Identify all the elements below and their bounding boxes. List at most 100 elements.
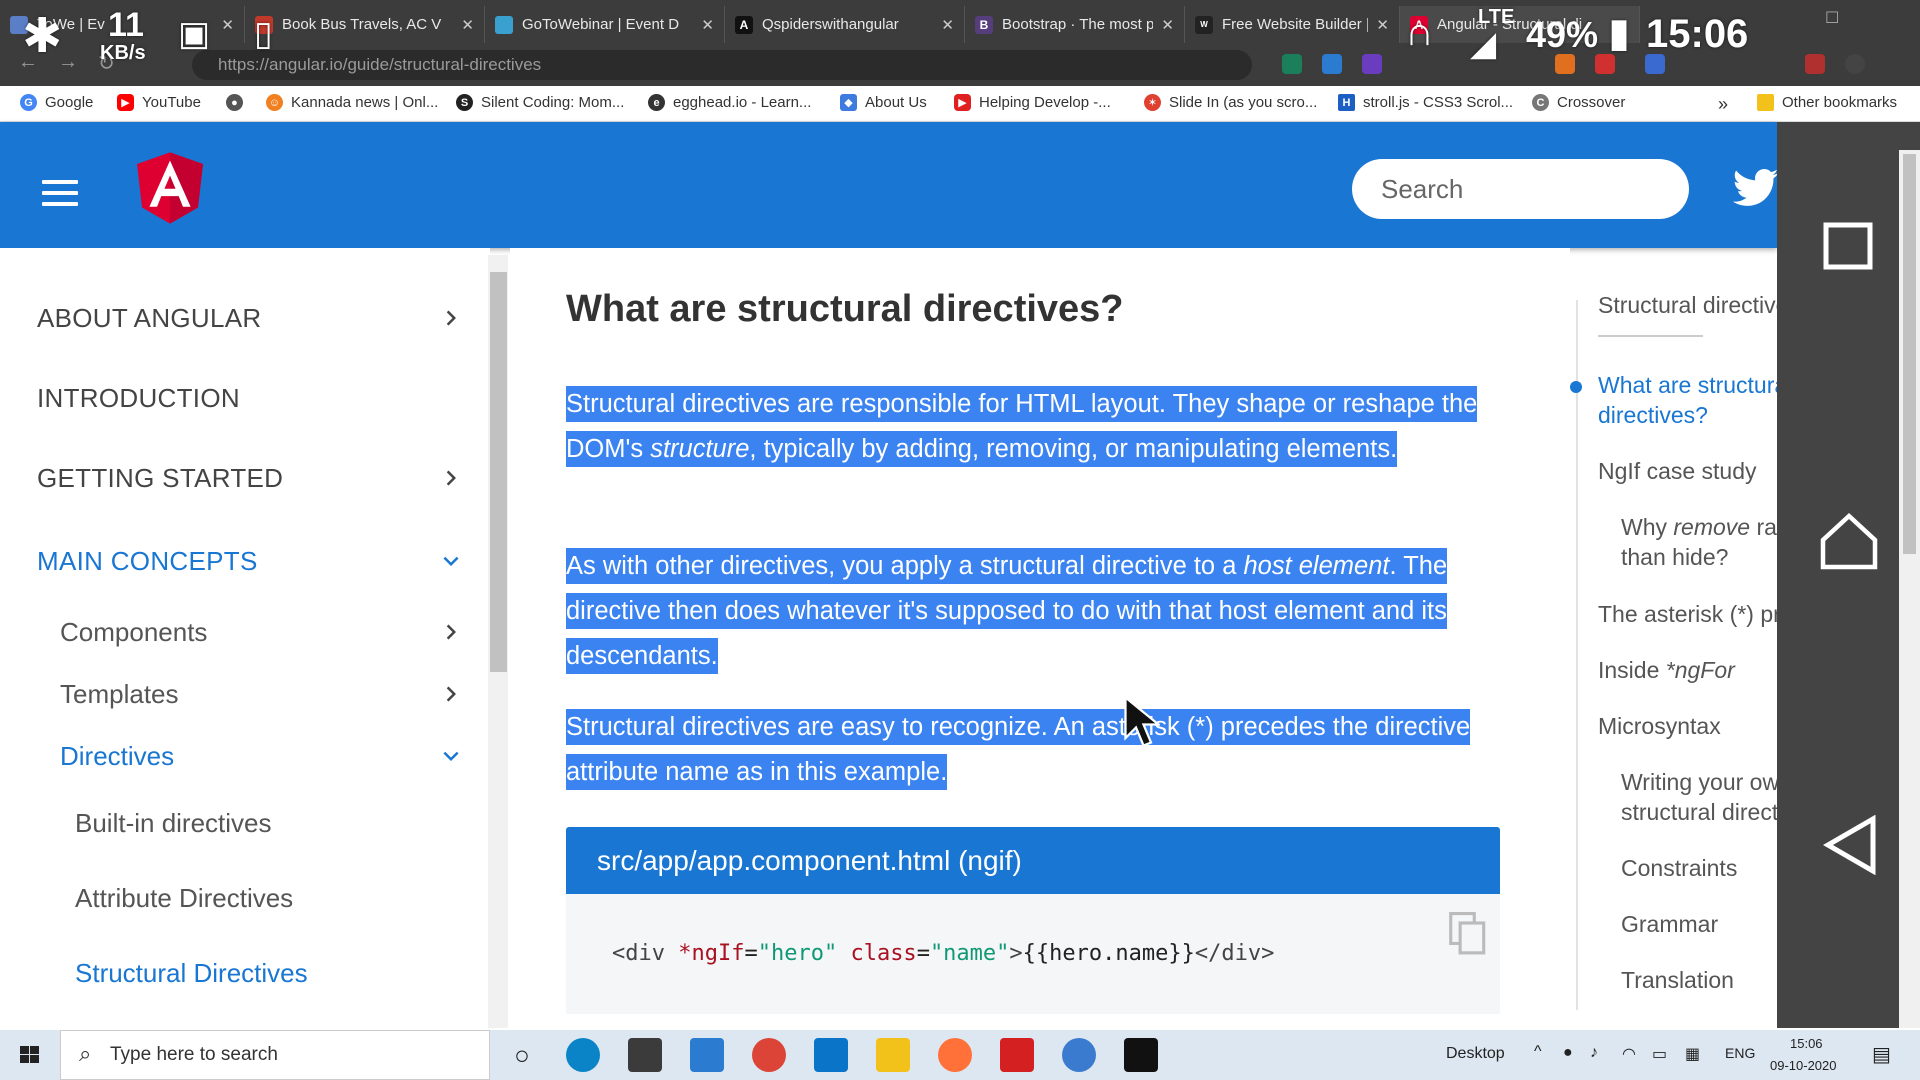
- tab-close-icon[interactable]: ✕: [1161, 16, 1174, 34]
- microphone-icon[interactable]: ●: [1563, 1044, 1573, 1062]
- tab-close-icon[interactable]: ✕: [941, 16, 954, 34]
- extension-icon[interactable]: [1322, 54, 1342, 74]
- chrome-icon[interactable]: [752, 1038, 786, 1072]
- tab-close-icon[interactable]: ✕: [1376, 16, 1389, 34]
- profile-avatar[interactable]: [1845, 54, 1865, 74]
- vscode-icon[interactable]: [814, 1038, 848, 1072]
- bookmark-egghead[interactable]: e egghead.io - Learn...: [648, 94, 811, 111]
- browser-tab[interactable]: W Free Website Builder | ✕: [1185, 6, 1400, 43]
- firefox-icon[interactable]: [938, 1038, 972, 1072]
- keyboard-icon[interactable]: ▦: [1685, 1044, 1700, 1064]
- maximize-icon[interactable]: ☐: [1825, 8, 1839, 28]
- toc-item-microsyntax[interactable]: Microsyntax: [1598, 711, 1721, 741]
- wifi-icon[interactable]: ◠: [1622, 1044, 1636, 1064]
- sidebar-scroll-thumb[interactable]: [490, 272, 507, 672]
- terminal-icon[interactable]: [1124, 1038, 1158, 1072]
- back-nav-icon[interactable]: [1823, 815, 1877, 875]
- extension-icon[interactable]: [1805, 54, 1825, 74]
- sidebar-item-about-angular[interactable]: ABOUT ANGULAR: [0, 298, 490, 338]
- taskbar-time[interactable]: 15:06: [1790, 1036, 1823, 1051]
- extension-icon[interactable]: [1645, 54, 1665, 74]
- desktop-toolbar-label[interactable]: Desktop: [1446, 1045, 1505, 1063]
- sidebar-item-attribute-directives[interactable]: Attribute Directives: [0, 878, 490, 918]
- extension-icon[interactable]: [1555, 54, 1575, 74]
- search-input[interactable]: [1352, 159, 1689, 219]
- browser-tab[interactable]: Book Bus Travels, AC V ✕: [245, 6, 485, 43]
- sidebar-item-getting-started[interactable]: GETTING STARTED: [0, 458, 490, 498]
- star-icon: ✶: [1144, 94, 1161, 111]
- file-explorer-icon[interactable]: [876, 1038, 910, 1072]
- bookmark-youtube[interactable]: ▶ YouTube: [117, 94, 201, 111]
- bookmark-globe[interactable]: ●: [226, 94, 251, 111]
- browser-tab-active[interactable]: A Angular - Structural di: [1400, 6, 1640, 43]
- forward-icon[interactable]: →: [58, 51, 78, 74]
- settings-app-icon[interactable]: [1062, 1038, 1096, 1072]
- taskbar-search-placeholder: Type here to search: [110, 1044, 278, 1065]
- windows-start-icon[interactable]: [0, 1030, 60, 1080]
- youtube-icon: ▶: [954, 94, 971, 111]
- extension-icon[interactable]: [1362, 54, 1382, 74]
- reload-icon[interactable]: ↻: [98, 51, 115, 76]
- toc-item-constraints[interactable]: Constraints: [1621, 853, 1737, 883]
- acrobat-icon[interactable]: [1000, 1038, 1034, 1072]
- edge-icon[interactable]: [566, 1038, 600, 1072]
- browser-tab[interactable]: ToWe | Ev ✕: [0, 6, 245, 43]
- notifications-icon[interactable]: ▤: [1872, 1042, 1891, 1067]
- toc-heading[interactable]: Structural directives: [1598, 292, 1800, 319]
- page-scroll-thumb[interactable]: [1903, 154, 1916, 554]
- bookmarks-overflow-button[interactable]: »: [1718, 94, 1728, 115]
- twitter-icon[interactable]: [1733, 168, 1779, 208]
- back-icon[interactable]: ←: [18, 51, 38, 74]
- selected-text: As with other directives, you apply a st…: [566, 548, 1448, 674]
- bookmark-kannada-news[interactable]: ☺ Kannada news | Onl...: [266, 94, 438, 111]
- toc-item-inside-ngfor[interactable]: Inside *ngFor: [1598, 655, 1735, 685]
- copy-icon[interactable]: [1449, 912, 1487, 956]
- bookmark-google[interactable]: G Google: [20, 94, 93, 111]
- menu-icon[interactable]: [42, 180, 80, 206]
- bookmark-label: About Us: [865, 94, 927, 111]
- sidebar-item-introduction[interactable]: INTRODUCTION: [0, 378, 490, 418]
- home-icon[interactable]: [1819, 512, 1879, 570]
- url-text[interactable]: https://angular.io/guide/structural-dire…: [218, 55, 541, 75]
- bookmark-silent-coding[interactable]: S Silent Coding: Mom...: [456, 94, 624, 111]
- chevron-right-icon: [446, 686, 456, 702]
- browser-tab[interactable]: A Qspiderswithangular ✕: [725, 6, 965, 43]
- toc-item-translation[interactable]: Translation: [1621, 965, 1734, 995]
- store-icon[interactable]: [628, 1038, 662, 1072]
- cortana-icon[interactable]: ○: [505, 1038, 539, 1072]
- sidebar-item-components[interactable]: Components: [0, 612, 490, 652]
- recent-apps-icon[interactable]: [1823, 222, 1873, 270]
- egghead-icon: e: [648, 94, 665, 111]
- bookmark-crossover[interactable]: C Crossover: [1532, 94, 1625, 111]
- sidebar-item-built-in-directives[interactable]: Built-in directives: [0, 803, 490, 843]
- sidebar-item-directives[interactable]: Directives: [0, 736, 490, 776]
- toc-divider: [1598, 335, 1703, 337]
- browser-tab[interactable]: B Bootstrap · The most p ✕: [965, 6, 1185, 43]
- angular-logo[interactable]: [137, 152, 203, 224]
- sidebar-item-templates[interactable]: Templates: [0, 674, 490, 714]
- battery-tray-icon[interactable]: ▭: [1652, 1044, 1667, 1064]
- bookmark-helping-develop[interactable]: ▶ Helping Develop -...: [954, 94, 1111, 111]
- bookmark-slide-in[interactable]: ✶ Slide In (as you scro...: [1144, 94, 1317, 111]
- tab-close-icon[interactable]: ✕: [701, 16, 714, 34]
- taskbar-date[interactable]: 09-10-2020: [1770, 1058, 1837, 1073]
- other-bookmarks[interactable]: Other bookmarks: [1757, 94, 1897, 111]
- language-indicator[interactable]: ENG: [1725, 1045, 1755, 1061]
- extension-icon[interactable]: [1595, 54, 1615, 74]
- mail-icon[interactable]: [690, 1038, 724, 1072]
- tray-overflow-icon[interactable]: ^: [1534, 1043, 1542, 1061]
- toc-item-grammar[interactable]: Grammar: [1621, 909, 1718, 939]
- sidebar-item-main-concepts[interactable]: MAIN CONCEPTS: [0, 541, 490, 581]
- bookmark-about-us[interactable]: ◆ About Us: [840, 94, 927, 111]
- bookmark-stroll[interactable]: Hstroll.js - CSS3 Scrol...: [1338, 94, 1513, 111]
- toc-item-ngif-case-study[interactable]: NgIf case study: [1598, 456, 1757, 486]
- paragraph-2: As with other directives, you apply a st…: [566, 544, 1506, 679]
- extension-icon[interactable]: [1282, 54, 1302, 74]
- sidebar-item-structural-directives[interactable]: Structural Directives: [0, 953, 490, 993]
- bookmark-label: Helping Develop -...: [979, 94, 1111, 111]
- volume-icon[interactable]: ♪: [1590, 1044, 1598, 1062]
- tab-close-icon[interactable]: ✕: [221, 16, 234, 34]
- toc-item-what-are-structural[interactable]: What are structural directives?: [1598, 370, 1792, 430]
- tab-close-icon[interactable]: ✕: [461, 16, 474, 34]
- browser-tab[interactable]: GoToWebinar | Event D ✕: [485, 6, 725, 43]
